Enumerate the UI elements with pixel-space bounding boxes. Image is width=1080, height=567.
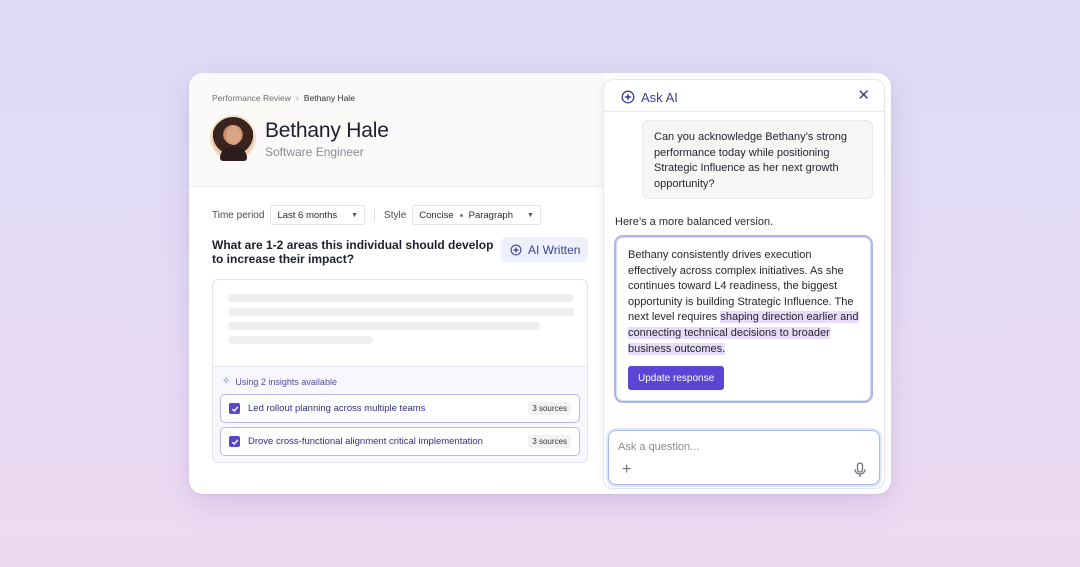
ai-sparkle-icon: [510, 244, 522, 255]
filters-bar: Time period Last 6 months ▼ Style Concis…: [212, 205, 541, 225]
ai-written-badge: AI Written: [501, 237, 589, 262]
answer-box[interactable]: ✧ Using 2 insights available Led rollout…: [212, 279, 588, 463]
ask-input-placeholder: Ask a question...: [618, 441, 700, 453]
sources-badge: 3 sources: [528, 435, 571, 448]
ask-ai-title-text: Ask AI: [641, 89, 678, 105]
ask-ai-header: Ask AI ✕: [604, 80, 884, 112]
time-period-label: Time period: [212, 209, 265, 221]
ask-question-input[interactable]: Ask a question... +: [608, 430, 880, 485]
microphone-icon[interactable]: [853, 462, 867, 478]
separator-dot: [459, 213, 463, 217]
ai-response-text: Bethany consistently drives execution ef…: [628, 248, 859, 357]
style-label: Style: [384, 209, 407, 221]
insights-section: ✧ Using 2 insights available Led rollout…: [213, 366, 587, 462]
sources-badge: 3 sources: [528, 402, 571, 415]
avatar-face: [226, 126, 241, 145]
style-value-1: Concise: [419, 209, 454, 221]
avatar: [210, 115, 256, 161]
ask-ai-panel: Ask AI ✕ Can you acknowledge Bethany’s s…: [603, 79, 885, 489]
avatar-body: [220, 147, 247, 161]
review-question: What are 1-2 areas this individual shoul…: [212, 238, 494, 266]
insight-label: Drove cross-functional alignment critica…: [248, 436, 483, 447]
time-period-value: Last 6 months: [277, 209, 338, 221]
divider: [374, 208, 376, 222]
insight-item[interactable]: Led rollout planning across multiple tea…: [220, 394, 580, 423]
caret-down-icon: ▼: [526, 211, 534, 219]
insights-header-text: Using 2 insights available: [235, 376, 337, 387]
profile-role: Software Engineer: [265, 145, 364, 159]
sparkle-icon: ✧: [222, 376, 231, 387]
skeleton-line: [228, 322, 540, 330]
profile-header: Performance Review › Bethany Hale Bethan…: [189, 73, 605, 187]
insight-item[interactable]: Drove cross-functional alignment critica…: [220, 427, 580, 456]
chevron-right-icon: ›: [295, 93, 299, 103]
skeleton-line: [228, 308, 574, 316]
breadcrumb-current: Bethany Hale: [303, 93, 355, 103]
style-value-2: Paragraph: [468, 209, 513, 221]
ask-ai-title: Ask AI: [620, 89, 678, 105]
ai-written-label: AI Written: [528, 242, 581, 257]
ai-sparkle-icon: [621, 90, 635, 104]
skeleton-line: [228, 336, 373, 344]
caret-down-icon: ▼: [351, 211, 359, 219]
close-icon[interactable]: ✕: [857, 88, 870, 103]
breadcrumb-parent[interactable]: Performance Review: [212, 93, 291, 103]
profile-name: Bethany Hale: [265, 119, 389, 142]
skeleton-line: [228, 294, 574, 302]
ai-intro-text: Here’s a more balanced version.: [615, 216, 774, 228]
insights-header: ✧ Using 2 insights available: [222, 376, 337, 387]
style-select[interactable]: Concise Paragraph ▼: [412, 205, 541, 225]
insight-label: Led rollout planning across multiple tea…: [248, 403, 426, 414]
checkbox-checked-icon[interactable]: [229, 403, 240, 414]
user-message: Can you acknowledge Bethany’s strong per…: [642, 120, 873, 199]
time-period-select[interactable]: Last 6 months ▼: [270, 205, 366, 225]
review-card: Performance Review › Bethany Hale Bethan…: [189, 73, 891, 494]
ai-response-card: Bethany consistently drives execution ef…: [614, 235, 873, 403]
checkbox-checked-icon[interactable]: [229, 436, 240, 447]
review-panel: Performance Review › Bethany Hale Bethan…: [189, 73, 605, 494]
plus-icon[interactable]: +: [622, 461, 631, 479]
breadcrumb: Performance Review › Bethany Hale: [212, 93, 355, 103]
update-response-button[interactable]: Update response: [628, 366, 725, 390]
